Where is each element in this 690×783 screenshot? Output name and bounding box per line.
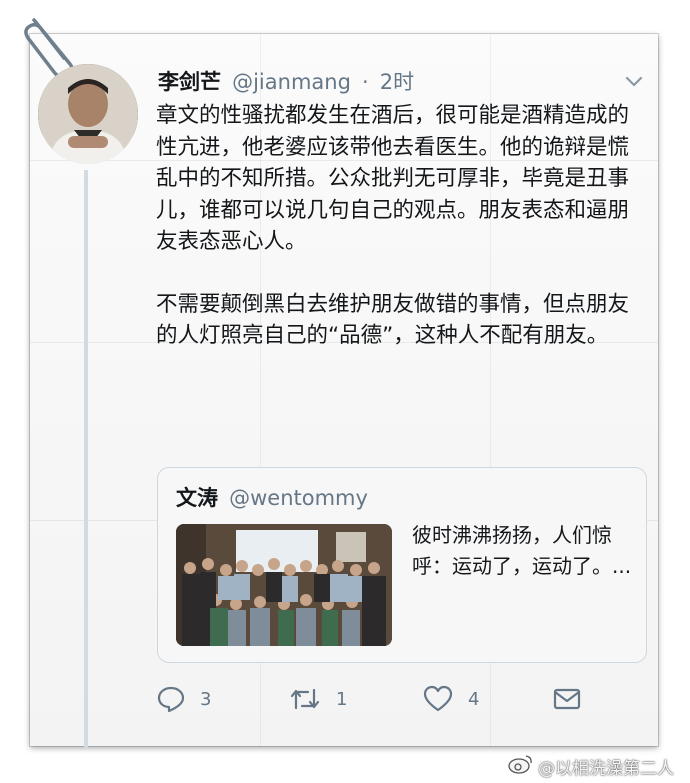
quoted-tweet-header: 文涛 @wentommy — [176, 482, 368, 512]
separator-dot: · — [362, 70, 369, 94]
tweet-time[interactable]: 2时 — [380, 70, 414, 94]
quoted-author-name: 文涛 — [176, 486, 218, 510]
weibo-watermark: @以相洗澡第二人 — [508, 752, 674, 780]
direct-message-button[interactable] — [552, 682, 582, 716]
tweet-paragraph: 不需要颠倒黑白去维护朋友做错的事情，但点朋友的人灯照亮自己的“品德”，这种人不配… — [156, 291, 630, 349]
thread-line — [84, 170, 88, 748]
tweet-text: 章文的性骚扰都发生在酒后，很可能是酒精造成的性亢进，他老婆应该带他去看医生。他的… — [156, 100, 646, 352]
avatar[interactable] — [38, 64, 138, 164]
heart-icon — [422, 684, 454, 714]
quoted-author-handle: @wentommy — [229, 486, 368, 510]
tweet-paragraph: 章文的性骚扰都发生在酒后，很可能是酒精造成的性亢进，他老婆应该带他去看医生。他的… — [156, 103, 630, 254]
envelope-icon — [552, 684, 582, 714]
reply-count: 3 — [200, 688, 212, 710]
tweet-header: 李剑芒 @jianmang · 2时 — [158, 66, 414, 98]
quoted-tweet-photo[interactable] — [176, 524, 392, 646]
quoted-tweet-card[interactable]: 文涛 @wentommy 彼时沸沸扬扬，人们惊呼：运动了，运动了。... — [157, 467, 647, 663]
retweet-button[interactable]: 1 — [288, 682, 347, 716]
author-name[interactable]: 李剑芒 — [158, 70, 221, 94]
retweet-icon — [288, 684, 322, 714]
quoted-tweet-text: 彼时沸沸扬扬，人们惊呼：运动了，运动了。... — [412, 523, 632, 578]
weibo-logo-icon — [508, 753, 534, 780]
like-button[interactable]: 4 — [422, 682, 479, 716]
chevron-down-icon[interactable] — [624, 74, 644, 88]
retweet-count: 1 — [336, 688, 348, 710]
tweet-actions: 3 1 4 — [156, 682, 596, 716]
watermark-text: @以相洗澡第二人 — [538, 758, 674, 779]
author-handle[interactable]: @jianmang — [232, 70, 351, 94]
reply-icon — [156, 684, 186, 714]
reply-button[interactable]: 3 — [156, 682, 211, 716]
like-count: 4 — [468, 688, 480, 710]
